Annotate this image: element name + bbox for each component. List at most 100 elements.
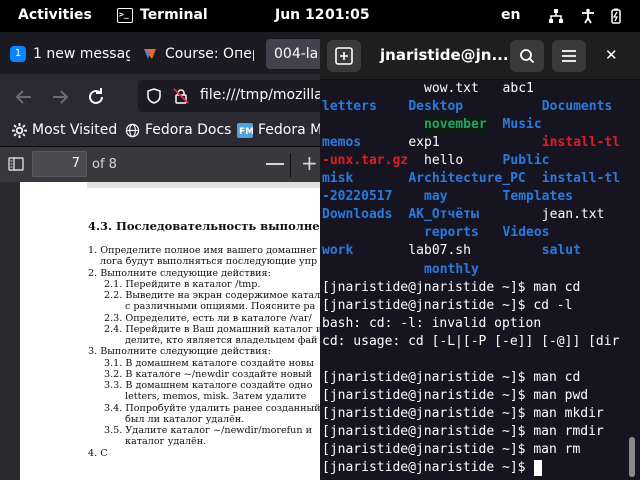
ls-entry: exp1: [408, 135, 440, 151]
search-icon: [520, 49, 535, 64]
zoom-in-button[interactable]: +: [301, 151, 318, 175]
ls-entry: monthly: [424, 261, 479, 277]
pdf-text-line: 2.4. Перейдите в Ваш домашний каталог и: [104, 323, 320, 335]
section-heading: 4.3. Последовательность выполнени: [88, 219, 320, 233]
ls-entry: salut: [541, 243, 581, 259]
hamburger-menu-icon: [562, 50, 576, 62]
pdf-text-line: 2.1. Перейдите в каталог /tmp.: [104, 278, 261, 290]
terminal-output[interactable]: wow.txt abc1 letters Desktop Documents novemb…: [320, 80, 630, 480]
back-arrow-icon[interactable]: [12, 85, 36, 109]
pdf-text-line: был ли каталог удалён.: [125, 413, 245, 425]
bookmark-label: Fedora M: [258, 122, 320, 138]
reload-icon[interactable]: [84, 85, 108, 109]
tab-messages[interactable]: 1 1 new messag: [10, 39, 130, 69]
fedora-magazine-icon: FM: [237, 122, 253, 138]
bookmark-label: Most Visited: [32, 122, 118, 138]
ls-entry: hello: [424, 153, 464, 169]
ls-entry: install-tl: [541, 135, 621, 151]
page-top-band: [87, 182, 320, 188]
ls-entry: Templates: [502, 189, 573, 205]
bookmark-label: Fedora Docs: [145, 122, 232, 138]
ls-entry: Architecture_PC: [408, 171, 526, 187]
pdf-text-line: 3.1. В домашнем каталоге создайте новы: [104, 357, 314, 369]
pdf-text-line: 3.4. Попробуйте удалить ранее созданный: [104, 402, 320, 414]
pdf-text-line: делите, кто является владельцем фай: [125, 335, 318, 346]
svg-text:FM: FM: [239, 127, 253, 137]
search-button[interactable]: [510, 40, 544, 72]
forward-arrow-icon[interactable]: [48, 85, 72, 109]
bookmark-fedora-docs[interactable]: Fedora Docs: [125, 122, 231, 138]
new-tab-plus-icon: [335, 47, 353, 65]
terminal-line: [jnaristide@jnaristide ~]$ man rm: [322, 442, 581, 457]
pdf-page: 4.3. Последовательность выполнени 1. Опр…: [20, 182, 320, 480]
pdf-viewer-area[interactable]: 4.3. Последовательность выполнени 1. Опр…: [0, 182, 320, 480]
zoom-out-button[interactable]: [266, 163, 284, 165]
ls-entry: wow.txt: [424, 81, 479, 96]
pdf-text-line: лога будут выполняться последующие упр: [100, 256, 318, 268]
terminal-window: jnaristide@jn... ✕ wow.txt abc1 letters Des…: [320, 32, 640, 480]
ls-entry: Videos: [502, 225, 550, 241]
ls-entry: jean.txt: [541, 207, 605, 223]
close-icon[interactable]: ✕: [605, 46, 618, 64]
page-number-input[interactable]: 7: [32, 151, 87, 177]
ls-entry: Documents: [541, 99, 613, 115]
tab-strip: 1 1 new messag Course: Опер 004-la: [0, 32, 320, 74]
accessibility-icon[interactable]: [580, 8, 596, 24]
terminal-line: [jnaristide@jnaristide ~]$ man cd: [322, 369, 581, 385]
globe-icon: [125, 123, 140, 137]
terminal-line: cd: usage: cd [-L|[-P [-e]] [-@]] [dir: [322, 333, 620, 349]
ls-entry: install-tl: [541, 171, 621, 187]
ls-entry: letters: [322, 99, 377, 115]
activities-button[interactable]: Activities: [18, 7, 92, 23]
network-icon[interactable]: [548, 8, 564, 24]
terminal-app-icon: >_: [117, 7, 133, 23]
url-bar[interactable]: file:///tmp/mozilla: [138, 80, 320, 112]
ls-entry: -unx.tar.gz: [322, 153, 409, 169]
bookmark-fedora-magazine[interactable]: FM Fedora M: [237, 122, 320, 138]
url-text: file:///tmp/mozilla: [200, 87, 320, 103]
ls-entry: misk: [322, 171, 354, 187]
terminal-line: [jnaristide@jnaristide ~]$ man rmdir: [322, 423, 604, 439]
firefox-window: 1 1 new messag Course: Опер 004-la file:…: [0, 32, 320, 480]
gear-icon: [12, 122, 27, 138]
app-menu[interactable]: >_ Terminal: [117, 7, 208, 23]
ls-entry: Downloads: [322, 207, 393, 223]
tab-label: 1 new messag: [33, 46, 130, 62]
ls-entry: Public: [502, 153, 550, 169]
navigation-toolbar: file:///tmp/mozilla: [0, 74, 320, 118]
terminal-scrollbar[interactable]: [629, 437, 635, 477]
terminal-header-bar: jnaristide@jn... ✕: [320, 32, 640, 80]
tracking-protection-shield-icon[interactable]: [146, 88, 162, 104]
ls-entry: may: [424, 189, 448, 205]
tab-active-pdf[interactable]: 004-la: [266, 39, 320, 69]
ls-entry: abc1: [502, 81, 534, 96]
pdf-text-line: 3.5. Удалите каталог ~/newdir/morefun и: [104, 425, 312, 436]
ls-entry: Music: [502, 117, 542, 133]
clock-time[interactable]: 01:05: [325, 7, 370, 23]
tab-label: 004-la: [274, 46, 319, 62]
keyboard-layout-indicator[interactable]: en: [501, 7, 520, 23]
terminal-line: [jnaristide@jnaristide ~]$ cd -l: [322, 297, 573, 313]
ls-entry: november: [424, 116, 487, 135]
ls-entry: AK_Отчёты: [408, 207, 479, 223]
terminal-line: [jnaristide@jnaristide ~]$: [322, 460, 534, 476]
ls-entry: -20220517: [322, 189, 393, 205]
insecure-lock-icon[interactable]: [173, 88, 189, 104]
tab-label: Course: Опер: [165, 46, 254, 62]
pdf-text-line: 3.2. В каталоге ~/newdir создайте новый: [104, 368, 313, 380]
battery-icon[interactable]: [608, 8, 624, 24]
terminal-line: [jnaristide@jnaristide ~]$ man cd: [322, 279, 581, 295]
tab-course[interactable]: Course: Опер: [142, 39, 254, 69]
ls-entry: reports: [424, 225, 479, 241]
clock-date[interactable]: Jun 12: [275, 7, 325, 23]
pdf-viewer-toolbar: 7 of 8 +: [0, 146, 320, 182]
menu-button[interactable]: [552, 40, 586, 72]
app-name: Terminal: [140, 7, 208, 23]
pdf-text-line: letters, memos, misk. Затем удалите: [125, 391, 307, 403]
new-tab-button[interactable]: [327, 40, 361, 72]
bookmark-most-visited[interactable]: Most Visited: [12, 122, 117, 138]
terminal-line: bash: cd: -l: invalid option: [322, 315, 542, 331]
sidebar-toggle-icon[interactable]: [8, 157, 24, 171]
pdf-text-line: 3. Выполните следующие действия:: [88, 346, 271, 358]
course-favicon-icon: [144, 49, 156, 59]
